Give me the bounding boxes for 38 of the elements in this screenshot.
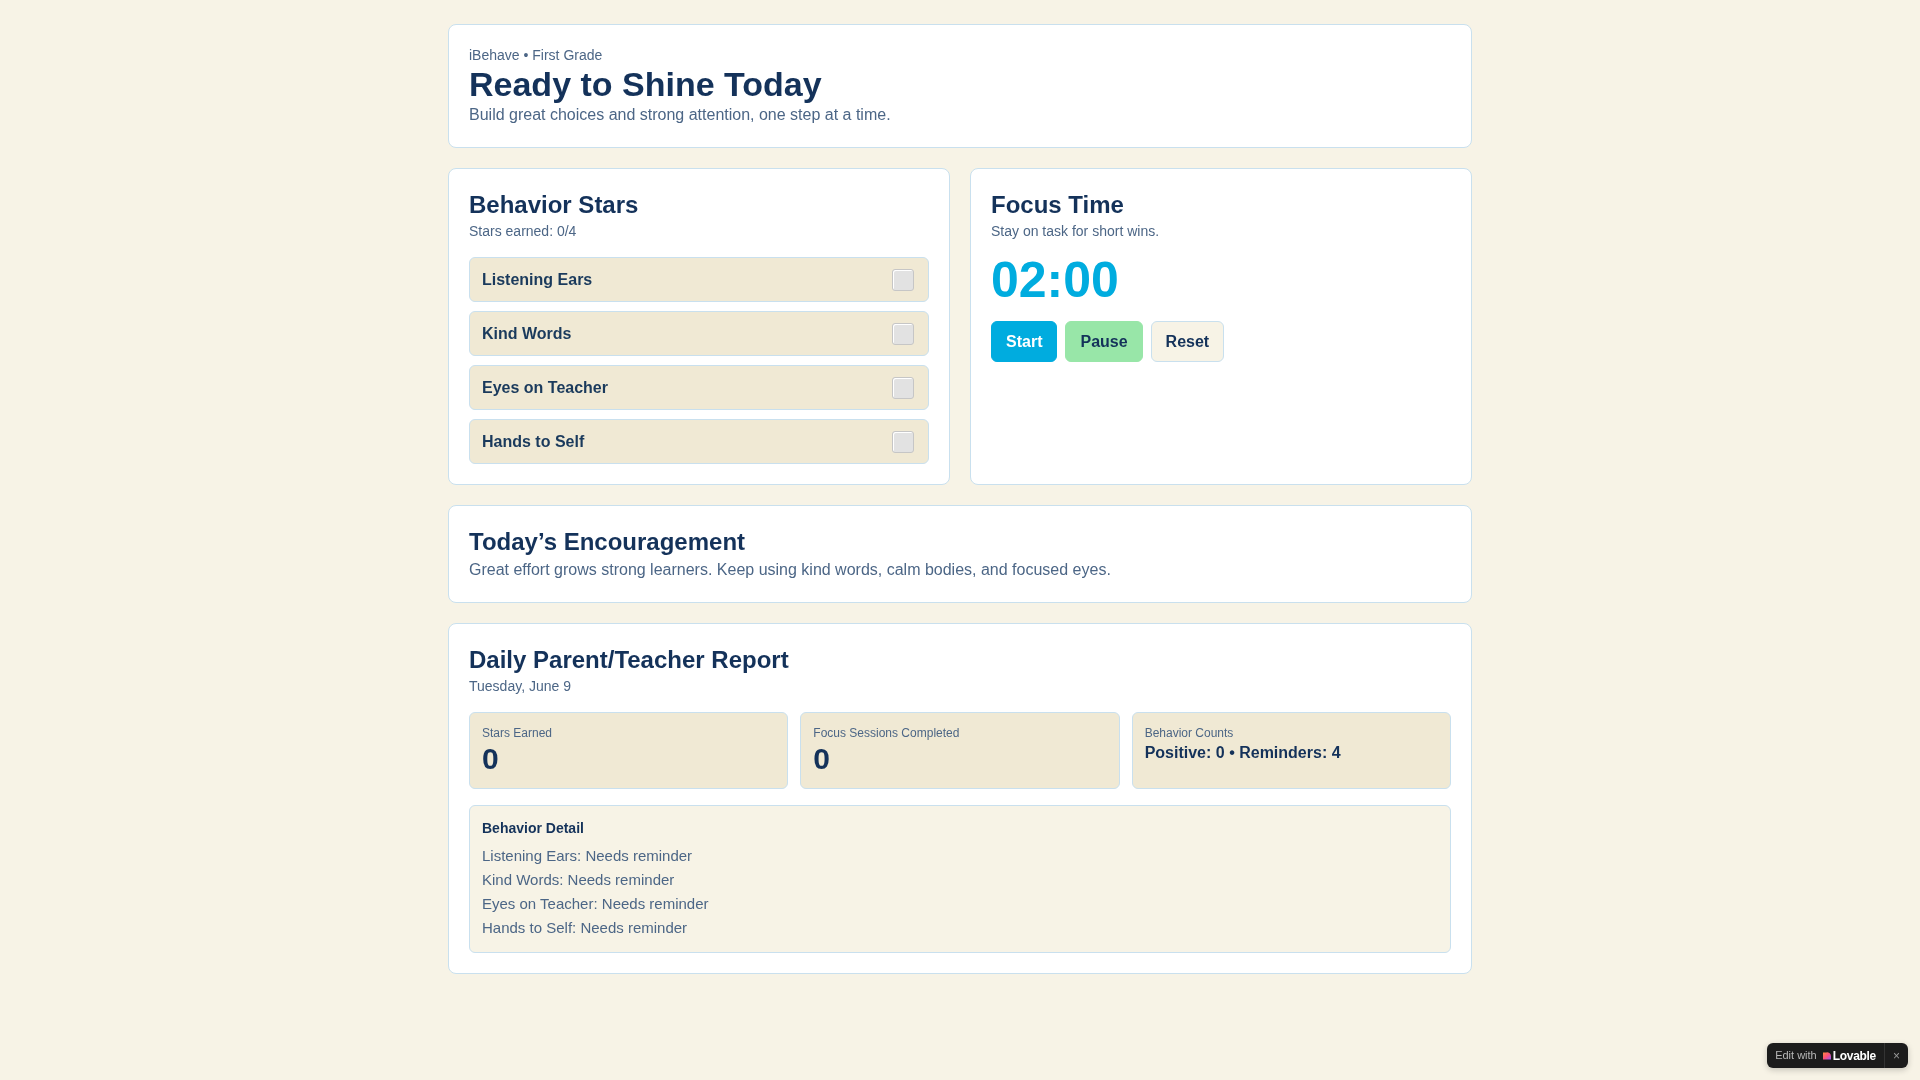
behavior-label: Hands to Self [482, 431, 585, 452]
checkbox[interactable] [892, 268, 914, 291]
report-date: Tuesday, June 9 [469, 677, 572, 696]
stat-label: Stars Earned [482, 725, 554, 741]
timer-button[interactable]: Reset [1150, 321, 1225, 362]
card-title: Focus Time [991, 190, 1125, 220]
detail-line: Hands to Self: Needs reminder [482, 918, 689, 938]
stat-label: Focus Sessions Completed [813, 725, 961, 741]
timer-display: 02:00 [991, 255, 1119, 305]
detail-line: Eyes on Teacher: Needs reminder [482, 894, 710, 914]
eyebrow-text: iBehave • First Grade [469, 46, 604, 65]
stat-value: 0 [482, 741, 500, 777]
stat-label: Behavior Counts [1144, 725, 1235, 741]
timer-button[interactable]: Pause [1065, 321, 1143, 362]
checkbox[interactable] [892, 376, 914, 399]
card-title: Behavior Stars [469, 190, 640, 220]
badge-brand: Lovable [1832, 1047, 1876, 1064]
checkbox[interactable] [892, 430, 914, 453]
encouragement-message: Great effort grows strong learners. Keep using kind words, calm bodies, and focused eyes. [469, 560, 1112, 580]
detail-line: Kind Words: Needs reminder [482, 870, 676, 890]
stat-value: Positive: 0 • Reminders: 4 [1144, 743, 1342, 763]
detail-line: Listening Ears: Needs reminder [482, 846, 694, 866]
page-subtitle: Build great choices and strong attention, one step at a time. [469, 105, 892, 125]
behavior-label: Eyes on Teacher [482, 377, 608, 398]
edit-badge[interactable]: Edit with Lovable × [1767, 1043, 1908, 1068]
close-button[interactable]: × [1885, 1043, 1908, 1068]
checkbox[interactable] [892, 322, 914, 345]
heart-icon [1822, 1051, 1831, 1060]
badge-prefix: Edit with [1775, 1048, 1817, 1064]
behavior-label: Listening Ears [482, 269, 593, 290]
card-title: Today’s Encouragement [469, 527, 747, 557]
card-title: Daily Parent/Teacher Report [469, 645, 790, 675]
card-subtitle: Stay on task for short wins. [991, 222, 1161, 241]
page-title: Ready to Shine Today [469, 65, 823, 103]
detail-title: Behavior Detail [482, 819, 585, 838]
behavior-label: Kind Words [482, 323, 572, 344]
stat-value: 0 [813, 741, 831, 777]
stars-summary: Stars earned: 0/4 [469, 222, 578, 241]
